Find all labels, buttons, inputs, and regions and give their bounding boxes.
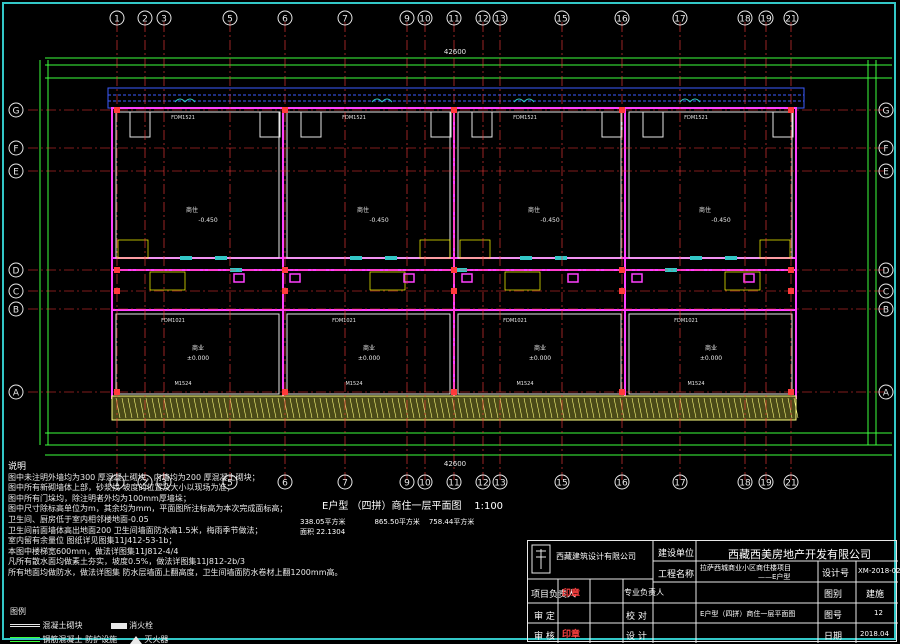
role-approve: 审 定 xyxy=(534,612,555,622)
legend-swatch xyxy=(10,624,40,627)
shop-name: 商业 xyxy=(192,344,204,352)
date-label: 日期 xyxy=(824,632,843,642)
legend: 图例 混凝土砌块 消火栓 钢筋混凝土 防护设施 灭火器 xyxy=(10,606,168,644)
project-label: 工程名称 xyxy=(658,570,695,580)
design-no: XM-2018-023 xyxy=(858,567,900,575)
room-name: 商住 xyxy=(357,206,369,214)
room-name: 商住 xyxy=(699,206,711,214)
door-code: FDM1521 xyxy=(684,115,708,121)
legend-item: 混凝土砌块 xyxy=(42,621,83,630)
door-code: M1524 xyxy=(345,381,362,387)
note-line: 卫生间前面墙体高出地面200 卫生间墙面防水高1.5米，梅雨季节做法； xyxy=(8,525,263,535)
hydrant-icon xyxy=(110,622,127,629)
role-discipline-lead: 专业负责人 xyxy=(624,588,664,597)
sheet-label: 图号 xyxy=(824,611,843,621)
door-code: FDM1021 xyxy=(674,318,698,324)
shop-elevation: ±0.000 xyxy=(358,355,380,362)
client-label: 建设单位 xyxy=(658,549,695,559)
shop-elevation: ±0.000 xyxy=(187,355,209,362)
design-no-label: 设计号 xyxy=(822,569,850,579)
note-line: 室内留有余量位 图纸详见图集11J412-53-1b； xyxy=(8,536,177,546)
legend-item: 消火栓 xyxy=(129,621,154,630)
note-line: 图中所有门垛均，除注明者外均为100mm厚墙垛； xyxy=(8,493,191,503)
door-code: M1524 xyxy=(516,381,533,387)
drawing-name: E户型（四拼）商住一层平面图 xyxy=(700,610,796,618)
door-code: FDM1021 xyxy=(332,318,356,324)
signature-stamp: 印章 xyxy=(562,589,581,599)
door-code: FDM1521 xyxy=(513,115,537,121)
extinguisher-icon xyxy=(129,635,142,644)
role-check: 校 对 xyxy=(626,612,647,622)
role-review: 审 核 xyxy=(534,632,555,642)
design-company: 西藏建筑设计有限公司 xyxy=(556,552,636,561)
room-elevation: -0.450 xyxy=(711,217,731,224)
door-code: FDM1021 xyxy=(161,318,185,324)
legend-item: 钢筋混凝土 防护设施 xyxy=(42,635,118,644)
door-code: FDM1021 xyxy=(503,318,527,324)
title-block: 西藏建筑设计有限公司 建设单位 西藏西美房地产开发有限公司 工程名称 拉萨西城商… xyxy=(527,540,900,643)
room-elevation: -0.450 xyxy=(369,217,389,224)
shop-name: 商业 xyxy=(534,344,546,352)
note-line: 卫生间、厨房低于室内相邻楼地面-0.05 xyxy=(8,514,149,524)
sub-project: ——E户型 xyxy=(758,573,791,581)
note-line: 图中未注明外墙均为300 厚混凝土砌块，内墙均为200 厚混凝土砌块； xyxy=(8,472,260,482)
discipline: 建施 xyxy=(866,590,885,600)
legend-item: 灭火器 xyxy=(144,635,169,644)
shop-elevation: ±0.000 xyxy=(529,355,551,362)
note-line: 所有地面均做防水，做法详图集 防水层墙面上翻高度，卫生间墙面防水卷材上翻1200… xyxy=(8,567,343,577)
legend-heading: 图例 xyxy=(10,607,26,616)
note-line: 图中所有新砌墙体上部，砂浆找 坡度的位置及大小以现场为准； xyxy=(8,483,235,493)
legend-swatch xyxy=(10,637,40,642)
note-line: 凡所有散水面均做素土夯实，坡度0.5%，做法详图集11J812-2b/3 xyxy=(8,557,245,567)
shop-elevation: ±0.000 xyxy=(700,355,722,362)
room-name: 商住 xyxy=(528,206,540,214)
room-name: 商住 xyxy=(186,206,198,214)
shop-name: 商业 xyxy=(363,344,375,352)
note-line: 图中尺寸除标高单位为m，其余均为mm，平面图所注标高为本次完成面标高； xyxy=(8,504,288,514)
client-name: 西藏西美房地产开发有限公司 xyxy=(728,548,871,561)
cad-viewport[interactable]: 1 1 2 2 3 3 5 5 6 6 7 7 9 9 10 10 11 11 12 12 13 13 15 15 16 16 17… xyxy=(0,0,900,644)
room-elevation: -0.450 xyxy=(198,217,218,224)
door-code: FDM1521 xyxy=(171,115,195,121)
door-code: FDM1521 xyxy=(342,115,366,121)
role-design: 设 计 xyxy=(626,632,647,642)
sheet-no: 12 xyxy=(874,609,883,617)
note-line: 本图中楼梯宽600mm，做法详图集11J812-4/4 xyxy=(8,546,179,556)
door-code: M1524 xyxy=(174,381,191,387)
room-elevation: -0.450 xyxy=(540,217,560,224)
design-notes: 说明 图中未注明外墙均为300 厚混凝土砌块，内墙均为200 厚混凝土砌块； 图… xyxy=(8,462,508,579)
signature-stamp: 印章 xyxy=(562,630,581,640)
discipline-label: 图别 xyxy=(824,590,843,600)
notes-heading: 说明 xyxy=(8,462,27,472)
door-code: M1524 xyxy=(687,381,704,387)
date: 2018.04 xyxy=(860,630,889,638)
shop-name: 商业 xyxy=(705,344,717,352)
